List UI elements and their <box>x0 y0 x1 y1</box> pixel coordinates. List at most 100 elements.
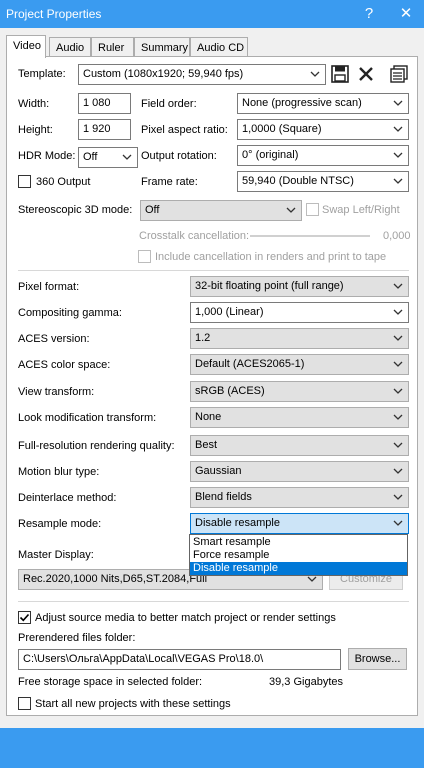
chevron-down-icon <box>393 152 403 158</box>
crosstalk-label: Crosstalk cancellation: <box>139 230 250 242</box>
bottom-bar <box>0 728 424 768</box>
close-button[interactable]: ✕ <box>395 3 417 25</box>
resample-select[interactable]: Disable resample <box>190 513 409 534</box>
stereo-3d-label: Stereoscopic 3D mode: <box>18 204 133 216</box>
chevron-down-icon <box>393 442 403 448</box>
height-input[interactable]: 1 920 <box>78 119 131 140</box>
tab-ruler[interactable]: Ruler <box>91 37 134 57</box>
look-mod-label: Look modification transform: <box>18 412 157 424</box>
template-label: Template: <box>18 68 66 80</box>
resample-option-smart[interactable]: Smart resample <box>190 536 407 549</box>
field-order-select[interactable]: None (progressive scan) <box>237 93 409 114</box>
chevron-down-icon <box>393 309 403 315</box>
hdr-mode-value: Off <box>83 151 98 163</box>
output-360-checkbox[interactable] <box>18 175 31 188</box>
motion-blur-value: Gaussian <box>195 465 242 477</box>
tab-video[interactable]: Video <box>6 35 46 58</box>
prerendered-folder-input[interactable]: C:\Users\Ольга\AppData\Local\VEGAS Pro\1… <box>18 649 341 670</box>
tab-audio-cd[interactable]: Audio CD <box>190 37 248 57</box>
adjust-source-label: Adjust source media to better match proj… <box>35 612 336 624</box>
crosstalk-value: 0,000 <box>383 230 411 242</box>
match-media-icon[interactable] <box>389 64 409 84</box>
compositing-gamma-value: 1,000 (Linear) <box>195 306 264 318</box>
tab-summary[interactable]: Summary <box>134 37 190 57</box>
deinterlace-select[interactable]: Blend fields <box>190 487 409 508</box>
aces-version-value: 1.2 <box>195 332 211 344</box>
chevron-down-icon <box>393 468 403 474</box>
pixel-format-value: 32-bit floating point (full range) <box>195 280 344 292</box>
browse-button[interactable]: Browse... <box>348 648 407 670</box>
template-select[interactable]: Custom (1080x1920; 59,940 fps) <box>78 64 326 85</box>
slider-track <box>250 235 370 237</box>
chevron-down-icon <box>286 207 296 213</box>
master-display-label: Master Display: <box>18 549 94 561</box>
compositing-gamma-select[interactable]: 1,000 (Linear) <box>190 302 409 323</box>
checkmark-icon <box>19 613 30 622</box>
pixel-format-select[interactable]: 32-bit floating point (full range) <box>190 276 409 297</box>
master-display-value: Rec.2020,1000 Nits,D65,ST.2084,Full <box>23 573 208 585</box>
tab-audio[interactable]: Audio <box>49 37 91 57</box>
include-cancellation-label: Include cancellation in renders and prin… <box>155 251 387 263</box>
chevron-down-icon <box>310 71 320 77</box>
render-quality-select[interactable]: Best <box>190 435 409 456</box>
adjust-source-checkbox[interactable] <box>18 611 31 624</box>
help-button[interactable]: ? <box>358 3 380 25</box>
pixel-aspect-select[interactable]: 1,0000 (Square) <box>237 119 409 140</box>
view-transform-value: sRGB (ACES) <box>195 385 265 397</box>
chevron-down-icon <box>393 100 403 106</box>
resample-label: Resample mode: <box>18 518 102 530</box>
chevron-down-icon <box>393 361 403 367</box>
crosstalk-slider[interactable] <box>250 229 370 243</box>
output-rotation-select[interactable]: 0° (original) <box>237 145 409 166</box>
aces-color-space-select[interactable]: Default (ACES2065-1) <box>190 354 409 375</box>
divider <box>18 601 409 602</box>
resample-value: Disable resample <box>195 517 280 529</box>
pixel-aspect-value: 1,0000 (Square) <box>242 123 322 135</box>
chevron-down-icon <box>393 178 403 184</box>
look-mod-select[interactable]: None <box>190 407 409 428</box>
resample-option-disable[interactable]: Disable resample <box>190 562 407 575</box>
hdr-mode-select[interactable]: Off <box>78 147 138 168</box>
height-label: Height: <box>18 124 53 136</box>
chevron-down-icon <box>393 335 403 341</box>
stereo-3d-value: Off <box>145 204 160 216</box>
save-icon[interactable] <box>330 64 350 84</box>
start-new-label: Start all new projects with these settin… <box>35 698 231 710</box>
swap-lr-label: Swap Left/Right <box>322 204 400 216</box>
video-tab-panel: Template: Custom (1080x1920; 59,940 fps)… <box>6 56 418 716</box>
output-rotation-value: 0° (original) <box>242 149 299 161</box>
view-transform-label: View transform: <box>18 386 95 398</box>
include-cancellation-checkbox[interactable] <box>138 250 151 263</box>
chevron-down-icon <box>122 154 132 160</box>
free-space-label: Free storage space in selected folder: <box>18 676 203 688</box>
chevron-down-icon <box>393 283 403 289</box>
resample-option-force[interactable]: Force resample <box>190 549 407 562</box>
motion-blur-label: Motion blur type: <box>18 466 100 478</box>
width-label: Width: <box>18 98 50 110</box>
resample-dropdown-list: Smart resample Force resample Disable re… <box>189 534 408 576</box>
field-order-value: None (progressive scan) <box>242 97 362 109</box>
deinterlace-label: Deinterlace method: <box>18 492 117 504</box>
chevron-down-icon <box>393 414 403 420</box>
field-order-label: Field order: <box>141 98 197 110</box>
width-input[interactable]: 1 080 <box>78 93 131 114</box>
deinterlace-value: Blend fields <box>195 491 252 503</box>
view-transform-select[interactable]: sRGB (ACES) <box>190 381 409 402</box>
stereo-3d-select[interactable]: Off <box>140 200 302 221</box>
start-new-checkbox[interactable] <box>18 697 31 710</box>
template-value: Custom (1080x1920; 59,940 fps) <box>83 68 244 80</box>
frame-rate-value: 59,940 (Double NTSC) <box>242 175 354 187</box>
frame-rate-select[interactable]: 59,940 (Double NTSC) <box>237 171 409 192</box>
aces-version-select[interactable]: 1.2 <box>190 328 409 349</box>
compositing-gamma-label: Compositing gamma: <box>18 307 122 319</box>
swap-lr-checkbox[interactable] <box>306 203 319 216</box>
window-title: Project Properties <box>6 7 102 21</box>
pixel-format-label: Pixel format: <box>18 281 80 293</box>
render-quality-label: Full-resolution rendering quality: <box>18 440 175 452</box>
delete-icon[interactable] <box>356 64 376 84</box>
motion-blur-select[interactable]: Gaussian <box>190 461 409 482</box>
chevron-down-icon <box>393 388 403 394</box>
free-space-value: 39,3 Gigabytes <box>269 676 343 688</box>
chevron-down-icon <box>393 126 403 132</box>
look-mod-value: None <box>195 411 222 423</box>
